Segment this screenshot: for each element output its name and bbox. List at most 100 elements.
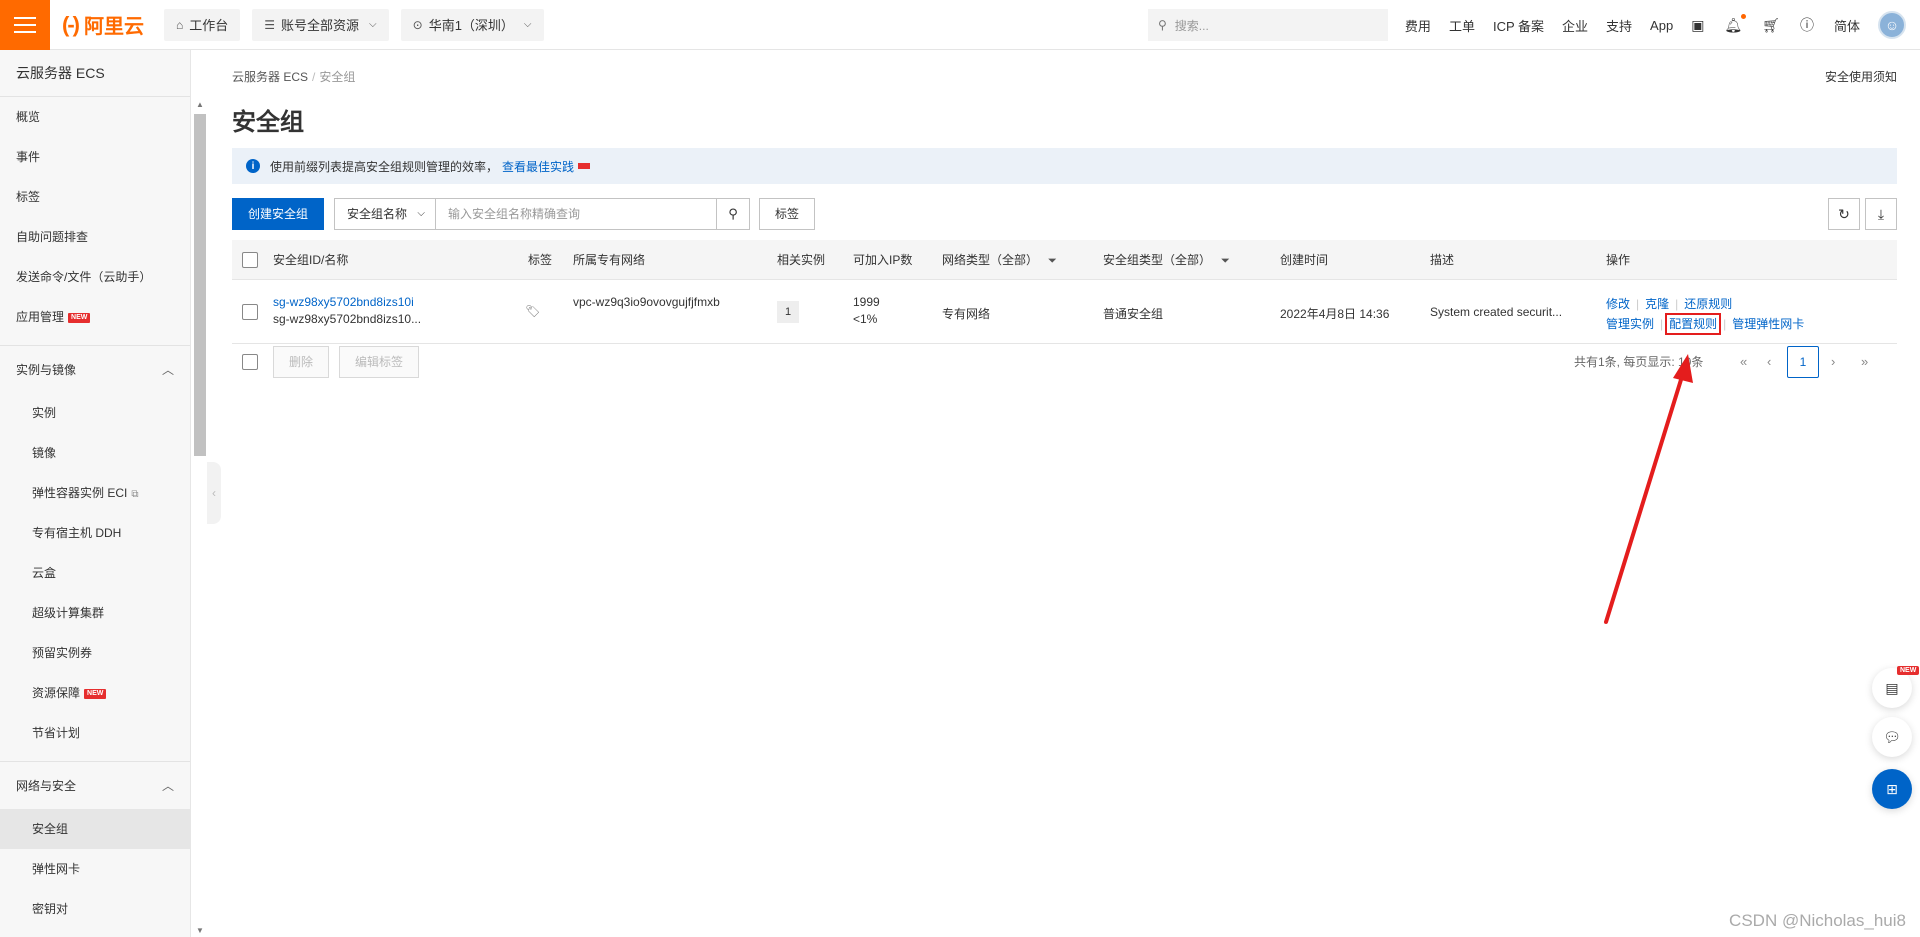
ip-count: 1999 (853, 295, 880, 309)
prev-page-button[interactable]: ‹ (1767, 346, 1771, 378)
table-footer: 删除 编辑标签 共有1条, 每页显示: 10条 « ‹ 1 › » (232, 346, 1897, 378)
col-vpc: 所属专有网络 (573, 253, 646, 267)
sidebar-item-overview[interactable]: 概览 (0, 97, 190, 137)
apps-float-button[interactable]: ⊞ (1872, 769, 1912, 809)
configure-rules-link[interactable]: 配置规则 (1665, 313, 1722, 335)
feedback-float-button[interactable]: 💬︎ (1872, 717, 1912, 757)
sidebar-item-troubleshoot[interactable]: 自助问题排查 (0, 217, 190, 257)
sidebar-item-cloud-assistant[interactable]: 发送命令/文件（云助手） (0, 257, 190, 297)
sidebar-item-instance[interactable]: 实例 (0, 393, 190, 433)
sidebar-group-network[interactable]: 网络与安全 ︿ (0, 761, 190, 809)
vpc-id[interactable]: vpc-wz9q3io9ovovgujfjfmxb (573, 295, 720, 309)
pagination-summary: 共有1条, 每页显示: 10条 (1574, 355, 1704, 369)
col-sg-type[interactable]: 安全组类型（全部） ⏷ (1103, 240, 1230, 281)
sidebar-group-instances[interactable]: 实例与镜像 ︿ (0, 345, 190, 393)
manage-instances-link[interactable]: 管理实例 (1606, 317, 1654, 331)
create-security-group-button[interactable]: 创建安全组 (232, 198, 325, 230)
aliyun-logo[interactable]: (-) 阿里云 (62, 10, 144, 39)
link-support[interactable]: 支持 (1606, 16, 1632, 35)
notification-dot (1741, 13, 1747, 19)
account-resources-dropdown[interactable]: ☰ 账号全部资源 ⌵ (252, 8, 389, 41)
best-practice-link[interactable]: 查看最佳实践 (502, 158, 574, 175)
restore-rules-link[interactable]: 还原规则 (1684, 297, 1732, 311)
security-notice-link[interactable]: 安全使用须知 (1825, 68, 1897, 85)
page-1-button[interactable]: 1 (1787, 346, 1819, 378)
scroll-up-icon[interactable]: ▲ (196, 100, 204, 109)
breadcrumb-separator: / (312, 70, 316, 84)
breadcrumb-ecs[interactable]: 云服务器 ECS (232, 70, 308, 84)
workbench-button[interactable]: ⌂ 工作台 (163, 8, 241, 41)
tag-icon[interactable]: 🏷︎ (525, 304, 540, 318)
sidebar-item-image[interactable]: 镜像 (0, 433, 190, 473)
sidebar-item-app-mgmt[interactable]: 应用管理 NEW (0, 297, 190, 337)
next-page-button[interactable]: › (1831, 346, 1835, 378)
sg-name: sg-wz98xy5702bnd8izs10... (273, 312, 422, 326)
edit-tag-button[interactable]: 编辑标签 (339, 346, 420, 378)
first-page-button[interactable]: « (1740, 346, 1747, 378)
sidebar-item-label: 资源保障 (32, 686, 81, 700)
row-checkbox[interactable] (242, 304, 258, 320)
link-icp[interactable]: ICP 备案 (1493, 16, 1544, 35)
cart-icon[interactable]: 🛒︎ (1762, 17, 1780, 34)
sidebar-item-cloud-box[interactable]: 云盒 (0, 553, 190, 593)
filter-icon[interactable]: ⏷ (1048, 255, 1057, 267)
manage-eni-link[interactable]: 管理弹性网卡 (1732, 317, 1804, 331)
sidebar-item-savings-plan[interactable]: 节省计划 (0, 713, 190, 753)
download-icon: ⤓ (1877, 205, 1885, 222)
link-billing[interactable]: 费用 (1405, 16, 1431, 35)
chat-icon: 💬︎ (1883, 728, 1901, 745)
avatar[interactable]: ☺ (1878, 11, 1906, 39)
select-all-checkbox[interactable] (242, 252, 258, 268)
sidebar-item-super-cluster[interactable]: 超级计算集群 (0, 593, 190, 633)
refresh-icon: ↻ (1838, 205, 1850, 222)
link-enterprise[interactable]: 企业 (1562, 16, 1588, 35)
region-dropdown[interactable]: ⊙ 华南1（深圳） ⌵ (400, 8, 544, 41)
search-placeholder: 输入安全组名称精确查询 (448, 207, 581, 221)
sidebar-item-label: 应用管理 (16, 310, 65, 324)
menu-icon[interactable] (0, 0, 50, 50)
footer-select-all-checkbox[interactable] (242, 354, 258, 370)
chevron-left-icon: ‹ (212, 486, 216, 500)
filter-field-select[interactable]: 安全组名称 ⌵ (334, 198, 436, 230)
sg-id[interactable]: sg-wz98xy5702bnd8izs10i (273, 295, 414, 309)
sidebar-scrollbar[interactable]: ▲ ▼ (192, 100, 206, 935)
sidebar-item-tags[interactable]: 标签 (0, 177, 190, 217)
sidebar-item-eci[interactable]: 弹性容器实例 ECI ⧉ (0, 473, 190, 513)
col-network-type[interactable]: 网络类型（全部） ⏷ (942, 240, 1057, 281)
export-button[interactable]: ⤓ (1865, 198, 1897, 230)
scroll-down-icon[interactable]: ▼ (196, 926, 204, 935)
external-link-icon: ⧉ (131, 489, 139, 500)
sg-id-link[interactable]: sg-wz98xy5702bnd8izs10i (273, 295, 414, 309)
link-ticket[interactable]: 工单 (1449, 16, 1475, 35)
sidebar-item-reserved[interactable]: 预留实例券 (0, 633, 190, 673)
sidebar-item-resource-guarantee[interactable]: 资源保障 NEW (0, 673, 190, 713)
global-search-input[interactable]: ⚲ 搜索... (1148, 9, 1388, 41)
sidebar-item-security-group[interactable]: 安全组 (0, 809, 190, 849)
delete-button[interactable]: 删除 (273, 346, 330, 378)
bell-icon[interactable]: 🔔︎ (1724, 13, 1747, 34)
sidebar-collapse-handle[interactable]: ‹ (207, 462, 221, 524)
sidebar-item-events[interactable]: 事件 (0, 137, 190, 177)
tag-filter-button[interactable]: 标签 (759, 198, 815, 230)
search-button[interactable]: ⚲ (716, 198, 750, 230)
sidebar-item-ddh[interactable]: 专有宿主机 DDH (0, 513, 190, 553)
language-switch[interactable]: 简体 (1834, 16, 1860, 35)
sidebar-item-eni[interactable]: 弹性网卡 (0, 849, 190, 889)
sidebar: 云服务器 ECS 概览 事件 标签 自助问题排查 发送命令/文件（云助手） 应用… (0, 50, 191, 937)
home-icon: ⌂ (175, 17, 184, 32)
top-bar: (-) 阿里云 ⌂ 工作台 ☰ 账号全部资源 ⌵ ⊙ 华南1（深圳） ⌵ ⚲ 搜… (0, 0, 1920, 50)
sidebar-item-keypair[interactable]: 密钥对 (0, 889, 190, 929)
help-icon[interactable]: ⓘ (1800, 15, 1814, 35)
scrollbar-thumb[interactable] (194, 114, 206, 456)
filter-icon[interactable]: ⏷ (1221, 255, 1230, 267)
last-page-button[interactable]: » (1861, 346, 1868, 378)
terminal-icon[interactable]: ▣ (1691, 17, 1704, 34)
ip-percent: <1% (853, 312, 878, 326)
modify-link[interactable]: 修改 (1606, 297, 1630, 311)
security-group-search-input[interactable]: 输入安全组名称精确查询 (435, 198, 717, 230)
clone-link[interactable]: 克隆 (1645, 297, 1669, 311)
instance-count[interactable]: 1 (777, 301, 799, 323)
refresh-button[interactable]: ↻ (1828, 198, 1860, 230)
toolbar: 创建安全组 安全组名称 ⌵ 输入安全组名称精确查询 ⚲ 标签 ↻ ⤓ (232, 198, 1897, 230)
link-app[interactable]: App (1650, 18, 1673, 33)
